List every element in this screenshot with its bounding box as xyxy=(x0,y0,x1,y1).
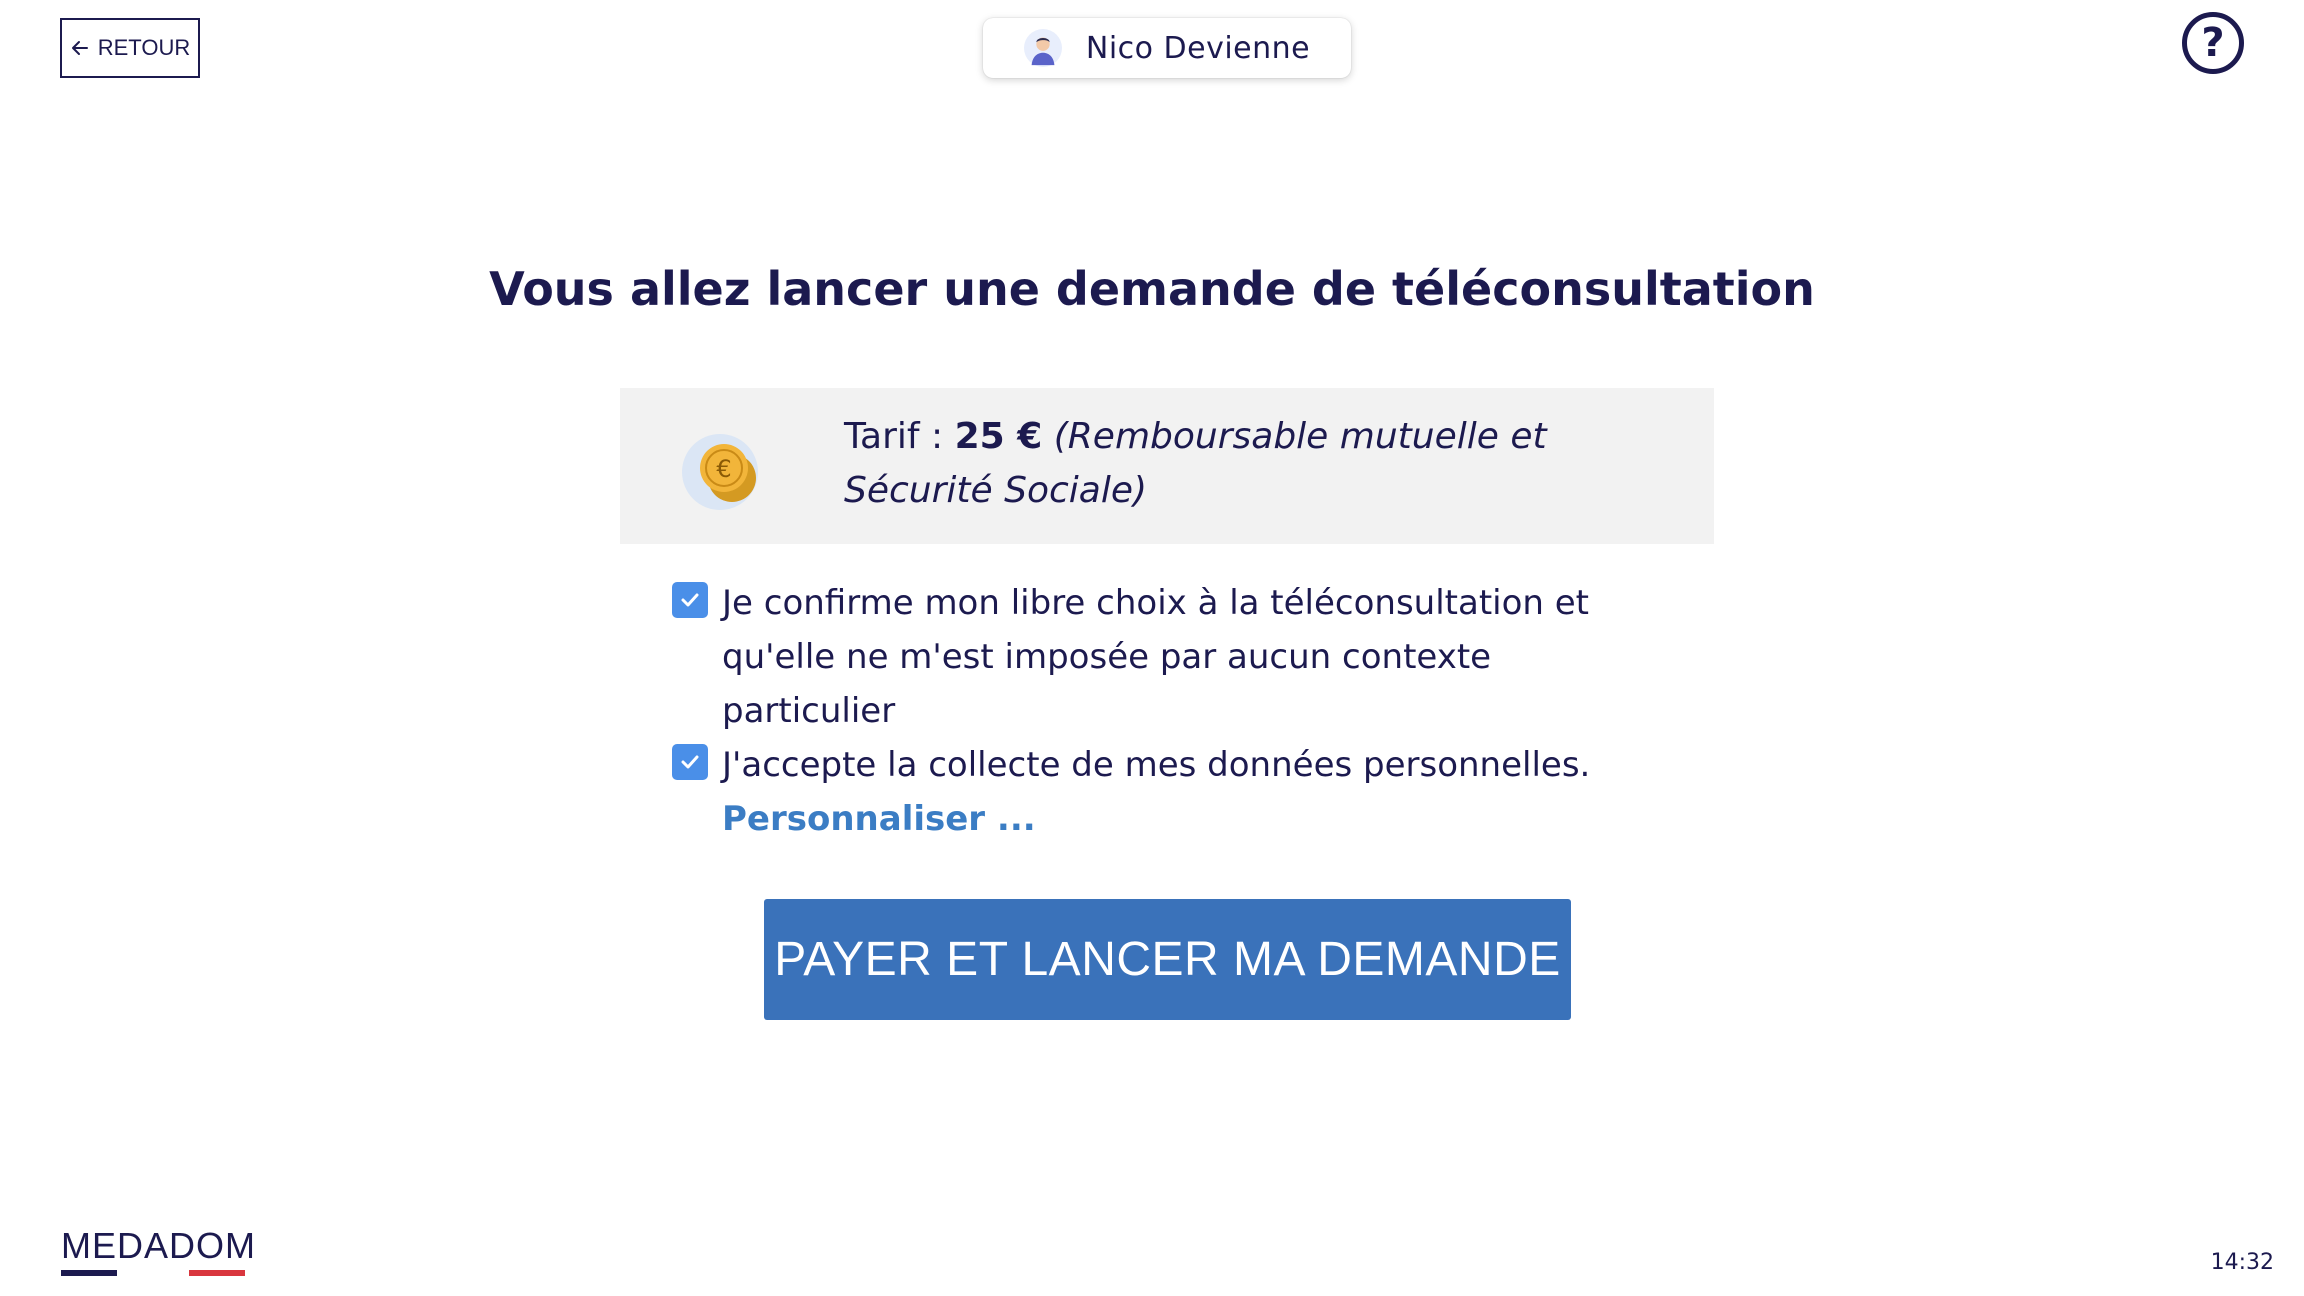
clock: 14:32 xyxy=(2210,1250,2274,1275)
pay-and-launch-button[interactable]: PAYER ET LANCER MA DEMANDE xyxy=(764,899,1571,1020)
free-choice-text: Je confirme mon libre choix à la télécon… xyxy=(722,583,1590,731)
page-title: Vous allez lancer une demande de télécon… xyxy=(489,262,1815,316)
tariff-label: Tarif : xyxy=(844,416,944,457)
euro-coin-icon: € xyxy=(682,434,758,510)
logo-text: MEDADOM xyxy=(61,1225,256,1266)
arrow-left-icon xyxy=(71,41,88,55)
back-button[interactable]: RETOUR xyxy=(60,18,200,78)
logo-bar-navy xyxy=(61,1270,117,1276)
user-avatar-icon xyxy=(1023,29,1062,67)
tariff-panel: € Tarif : 25 € (Remboursable mutuelle et… xyxy=(620,388,1714,544)
checkmark-icon xyxy=(681,755,699,769)
checkmark-icon xyxy=(681,593,699,607)
data-collection-checkbox[interactable] xyxy=(672,744,708,780)
tariff-price: 25 € xyxy=(954,416,1043,457)
data-collection-text: J'accepte la collecte de mes données per… xyxy=(722,738,1622,846)
customize-link[interactable]: Personnaliser ... xyxy=(722,799,1036,839)
data-collection-label: J'accepte la collecte de mes données per… xyxy=(722,745,1591,785)
medadom-logo: MEDADOM xyxy=(61,1225,256,1276)
user-name: Nico Devienne xyxy=(1085,30,1311,66)
help-button[interactable]: ? xyxy=(2182,12,2244,74)
free-choice-checkbox[interactable] xyxy=(672,582,708,618)
logo-bar-red xyxy=(189,1270,245,1276)
question-mark-icon: ? xyxy=(2201,20,2225,66)
tariff-note: (Remboursable mutuelle et Sécurité Socia… xyxy=(844,416,1547,511)
logo-bars xyxy=(61,1270,247,1276)
svg-text:€: € xyxy=(716,455,731,483)
user-chip: Nico Devienne xyxy=(983,18,1351,78)
tariff-text: Tarif : 25 € (Remboursable mutuelle et S… xyxy=(844,410,1664,518)
back-label: RETOUR xyxy=(97,35,191,60)
